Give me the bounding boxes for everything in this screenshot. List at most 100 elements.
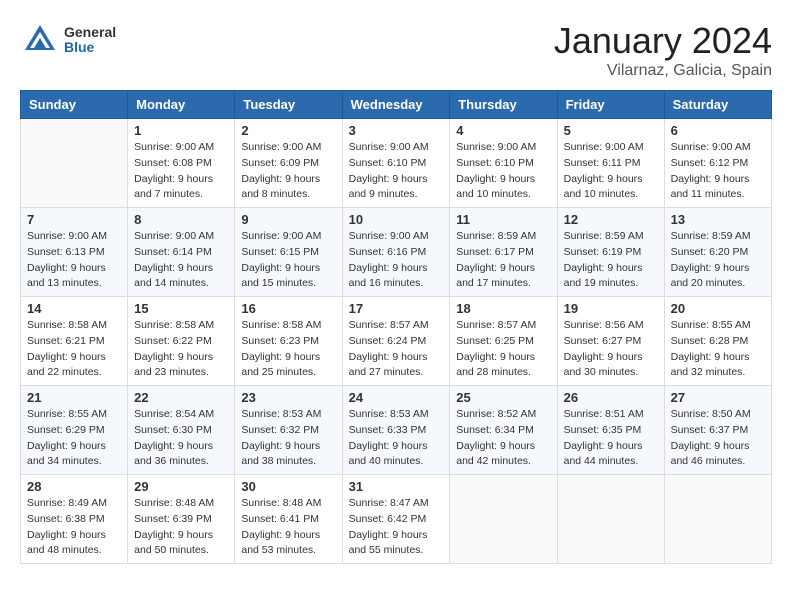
- day-info: Sunrise: 9:00 AMSunset: 6:16 PMDaylight:…: [349, 229, 444, 292]
- day-number: 3: [349, 123, 444, 138]
- day-info: Sunrise: 8:59 AMSunset: 6:19 PMDaylight:…: [564, 229, 658, 292]
- table-row: 17Sunrise: 8:57 AMSunset: 6:24 PMDayligh…: [342, 297, 450, 386]
- day-number: 23: [241, 390, 335, 405]
- table-row: 5Sunrise: 9:00 AMSunset: 6:11 PMDaylight…: [557, 119, 664, 208]
- day-info: Sunrise: 9:00 AMSunset: 6:14 PMDaylight:…: [134, 229, 228, 292]
- calendar-week-row: 7Sunrise: 9:00 AMSunset: 6:13 PMDaylight…: [21, 208, 772, 297]
- day-info: Sunrise: 8:55 AMSunset: 6:28 PMDaylight:…: [671, 318, 765, 381]
- table-row: 30 Sunrise: 8:48 AMSunset: 6:41 PMDayligh…: [235, 475, 342, 564]
- table-row: 3 Sunrise: 9:00 AMSunset: 6:10 PMDaylight…: [342, 119, 450, 208]
- day-number: 15: [134, 301, 228, 316]
- day-info: Sunrise: 8:48 AMSunset: 6:39 PMDaylight:…: [134, 496, 228, 559]
- day-number: 12: [564, 212, 658, 227]
- day-info: Sunrise: 8:50 AMSunset: 6:37 PMDaylight:…: [671, 407, 765, 470]
- day-number: 24: [349, 390, 444, 405]
- table-row: 1 Sunrise: 9:00 AMSunset: 6:08 PMDaylight…: [128, 119, 235, 208]
- day-info: Sunrise: 8:48 AMSunset: 6:41 PMDaylight:…: [241, 496, 335, 559]
- day-number: 6: [671, 123, 765, 138]
- day-info: Sunrise: 9:00 AMSunset: 6:09 PMDaylight:…: [241, 140, 335, 203]
- col-sunday: Sunday: [21, 91, 128, 119]
- table-row: 28Sunrise: 8:49 AMSunset: 6:38 PMDayligh…: [21, 475, 128, 564]
- day-info: Sunrise: 8:54 AMSunset: 6:30 PMDaylight:…: [134, 407, 228, 470]
- day-info: Sunrise: 8:53 AMSunset: 6:32 PMDaylight:…: [241, 407, 335, 470]
- table-row: 6 Sunrise: 9:00 AMSunset: 6:12 PMDaylight…: [664, 119, 771, 208]
- col-wednesday: Wednesday: [342, 91, 450, 119]
- table-row: 22 Sunrise: 8:54 AMSunset: 6:30 PMDayligh…: [128, 386, 235, 475]
- day-number: 4: [456, 123, 550, 138]
- table-row: 13 Sunrise: 8:59 AMSunset: 6:20 PMDayligh…: [664, 208, 771, 297]
- day-info: Sunrise: 9:00 AMSunset: 6:15 PMDaylight:…: [241, 229, 335, 292]
- day-info: Sunrise: 8:58 AMSunset: 6:22 PMDaylight:…: [134, 318, 228, 381]
- calendar: Sunday Monday Tuesday Wednesday Thursday…: [20, 90, 772, 564]
- calendar-week-row: 1 Sunrise: 9:00 AMSunset: 6:08 PMDaylight…: [21, 119, 772, 208]
- logo-icon: [20, 20, 60, 60]
- day-info: Sunrise: 8:59 AMSunset: 6:20 PMDaylight:…: [671, 229, 765, 292]
- table-row: 23 Sunrise: 8:53 AMSunset: 6:32 PMDayligh…: [235, 386, 342, 475]
- day-info: Sunrise: 8:58 AMSunset: 6:21 PMDaylight:…: [27, 318, 121, 381]
- table-row: [557, 475, 664, 564]
- day-number: 1: [134, 123, 228, 138]
- day-info: Sunrise: 9:00 AMSunset: 6:10 PMDaylight:…: [349, 140, 444, 203]
- day-number: 31: [349, 479, 444, 494]
- table-row: 19Sunrise: 8:56 AMSunset: 6:27 PMDayligh…: [557, 297, 664, 386]
- day-number: 30: [241, 479, 335, 494]
- day-number: 16: [241, 301, 335, 316]
- day-number: 8: [134, 212, 228, 227]
- col-monday: Monday: [128, 91, 235, 119]
- day-number: 14: [27, 301, 121, 316]
- table-row: [21, 119, 128, 208]
- logo: General Blue: [20, 20, 116, 60]
- table-row: 18Sunrise: 8:57 AMSunset: 6:25 PMDayligh…: [450, 297, 557, 386]
- day-number: 20: [671, 301, 765, 316]
- table-row: 7Sunrise: 9:00 AMSunset: 6:13 PMDaylight…: [21, 208, 128, 297]
- day-info: Sunrise: 8:49 AMSunset: 6:38 PMDaylight:…: [27, 496, 121, 559]
- table-row: 24Sunrise: 8:53 AMSunset: 6:33 PMDayligh…: [342, 386, 450, 475]
- table-row: 29 Sunrise: 8:48 AMSunset: 6:39 PMDayligh…: [128, 475, 235, 564]
- day-info: Sunrise: 9:00 AMSunset: 6:08 PMDaylight:…: [134, 140, 228, 203]
- location-title: Vilarnaz, Galicia, Spain: [554, 62, 772, 80]
- day-number: 17: [349, 301, 444, 316]
- table-row: 8 Sunrise: 9:00 AMSunset: 6:14 PMDaylight…: [128, 208, 235, 297]
- col-friday: Friday: [557, 91, 664, 119]
- table-row: 9Sunrise: 9:00 AMSunset: 6:15 PMDaylight…: [235, 208, 342, 297]
- day-info: Sunrise: 8:47 AMSunset: 6:42 PMDaylight:…: [349, 496, 444, 559]
- day-number: 13: [671, 212, 765, 227]
- day-number: 2: [241, 123, 335, 138]
- table-row: 2 Sunrise: 9:00 AMSunset: 6:09 PMDaylight…: [235, 119, 342, 208]
- logo-text: General Blue: [64, 25, 116, 56]
- calendar-week-row: 21 Sunrise: 8:55 AMSunset: 6:29 PMDayligh…: [21, 386, 772, 475]
- day-number: 10: [349, 212, 444, 227]
- title-area: January 2024 Vilarnaz, Galicia, Spain: [554, 20, 772, 80]
- table-row: 26Sunrise: 8:51 AMSunset: 6:35 PMDayligh…: [557, 386, 664, 475]
- day-number: 27: [671, 390, 765, 405]
- day-info: Sunrise: 9:00 AMSunset: 6:11 PMDaylight:…: [564, 140, 658, 203]
- day-info: Sunrise: 9:00 AMSunset: 6:12 PMDaylight:…: [671, 140, 765, 203]
- table-row: 4 Sunrise: 9:00 AMSunset: 6:10 PMDaylight…: [450, 119, 557, 208]
- day-info: Sunrise: 8:55 AMSunset: 6:29 PMDaylight:…: [27, 407, 121, 470]
- table-row: 10 Sunrise: 9:00 AMSunset: 6:16 PMDayligh…: [342, 208, 450, 297]
- table-row: 20 Sunrise: 8:55 AMSunset: 6:28 PMDayligh…: [664, 297, 771, 386]
- day-number: 22: [134, 390, 228, 405]
- day-info: Sunrise: 8:57 AMSunset: 6:25 PMDaylight:…: [456, 318, 550, 381]
- table-row: 15 Sunrise: 8:58 AMSunset: 6:22 PMDayligh…: [128, 297, 235, 386]
- day-info: Sunrise: 9:00 AMSunset: 6:13 PMDaylight:…: [27, 229, 121, 292]
- calendar-week-row: 14 Sunrise: 8:58 AMSunset: 6:21 PMDayligh…: [21, 297, 772, 386]
- day-info: Sunrise: 8:59 AMSunset: 6:17 PMDaylight:…: [456, 229, 550, 292]
- col-tuesday: Tuesday: [235, 91, 342, 119]
- col-thursday: Thursday: [450, 91, 557, 119]
- table-row: 27 Sunrise: 8:50 AMSunset: 6:37 PMDayligh…: [664, 386, 771, 475]
- table-row: 31 Sunrise: 8:47 AMSunset: 6:42 PMDayligh…: [342, 475, 450, 564]
- day-number: 11: [456, 212, 550, 227]
- calendar-week-row: 28Sunrise: 8:49 AMSunset: 6:38 PMDayligh…: [21, 475, 772, 564]
- table-row: [450, 475, 557, 564]
- calendar-header-row: Sunday Monday Tuesday Wednesday Thursday…: [21, 91, 772, 119]
- day-info: Sunrise: 8:58 AMSunset: 6:23 PMDaylight:…: [241, 318, 335, 381]
- day-info: Sunrise: 9:00 AMSunset: 6:10 PMDaylight:…: [456, 140, 550, 203]
- table-row: 21 Sunrise: 8:55 AMSunset: 6:29 PMDayligh…: [21, 386, 128, 475]
- table-row: [664, 475, 771, 564]
- logo-blue-text: Blue: [64, 40, 116, 55]
- day-number: 26: [564, 390, 658, 405]
- month-title: January 2024: [554, 20, 772, 62]
- day-number: 29: [134, 479, 228, 494]
- day-number: 21: [27, 390, 121, 405]
